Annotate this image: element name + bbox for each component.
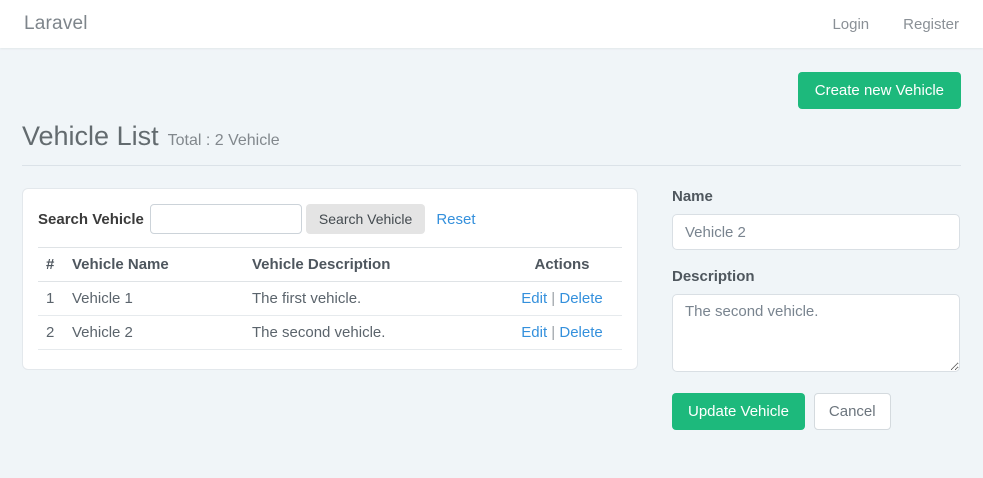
row-num: 2 xyxy=(38,316,64,350)
row-description: The first vehicle. xyxy=(244,282,502,316)
page-title: Vehicle List xyxy=(22,121,159,152)
action-separator: | xyxy=(551,290,555,307)
reset-link[interactable]: Reset xyxy=(436,211,475,228)
name-field[interactable] xyxy=(672,214,960,250)
delete-link[interactable]: Delete xyxy=(559,290,602,307)
search-row: Search Vehicle Search Vehicle Reset xyxy=(38,204,622,234)
row-actions: Edit | Delete xyxy=(502,282,622,316)
navbar: Laravel Login Register xyxy=(0,0,983,48)
brand-link[interactable]: Laravel xyxy=(24,13,88,35)
name-label: Name xyxy=(672,188,960,205)
header-num: # xyxy=(38,248,64,282)
edit-link[interactable]: Edit xyxy=(521,290,547,307)
description-group: Description The second vehicle. xyxy=(672,268,960,377)
header-name: Vehicle Name xyxy=(64,248,244,282)
row-description: The second vehicle. xyxy=(244,316,502,350)
navbar-links: Login Register xyxy=(832,16,959,33)
header-actions: Actions xyxy=(502,248,622,282)
form-buttons-row: Update Vehicle Cancel xyxy=(672,393,960,430)
vehicle-edit-form: Name Description The second vehicle. Upd… xyxy=(672,188,960,430)
delete-link[interactable]: Delete xyxy=(559,324,602,341)
edit-link[interactable]: Edit xyxy=(521,324,547,341)
main-columns: Search Vehicle Search Vehicle Reset # Ve… xyxy=(22,188,961,430)
description-label: Description xyxy=(672,268,960,285)
vehicle-table: # Vehicle Name Vehicle Description Actio… xyxy=(38,247,622,350)
table-row: 1 Vehicle 1 The first vehicle. Edit | De… xyxy=(38,282,622,316)
row-num: 1 xyxy=(38,282,64,316)
description-field[interactable]: The second vehicle. xyxy=(672,294,960,372)
page-content: Create new Vehicle Vehicle List Total : … xyxy=(0,72,983,430)
vehicle-list-card: Search Vehicle Search Vehicle Reset # Ve… xyxy=(22,188,638,370)
login-link[interactable]: Login xyxy=(832,16,869,33)
row-name: Vehicle 1 xyxy=(64,282,244,316)
row-actions: Edit | Delete xyxy=(502,316,622,350)
create-button-row: Create new Vehicle xyxy=(22,72,961,109)
header-description: Vehicle Description xyxy=(244,248,502,282)
table-row: 2 Vehicle 2 The second vehicle. Edit | D… xyxy=(38,316,622,350)
table-header-row: # Vehicle Name Vehicle Description Actio… xyxy=(38,248,622,282)
create-vehicle-button[interactable]: Create new Vehicle xyxy=(798,72,961,109)
heading-divider xyxy=(22,165,961,166)
total-count-label: Total : 2 Vehicle xyxy=(168,132,280,150)
search-button[interactable]: Search Vehicle xyxy=(306,204,425,234)
update-vehicle-button[interactable]: Update Vehicle xyxy=(672,393,805,430)
search-input[interactable] xyxy=(150,204,302,234)
search-label: Search Vehicle xyxy=(38,211,144,228)
action-separator: | xyxy=(551,324,555,341)
heading-row: Vehicle List Total : 2 Vehicle xyxy=(22,121,961,152)
register-link[interactable]: Register xyxy=(903,16,959,33)
cancel-button[interactable]: Cancel xyxy=(814,393,891,430)
row-name: Vehicle 2 xyxy=(64,316,244,350)
